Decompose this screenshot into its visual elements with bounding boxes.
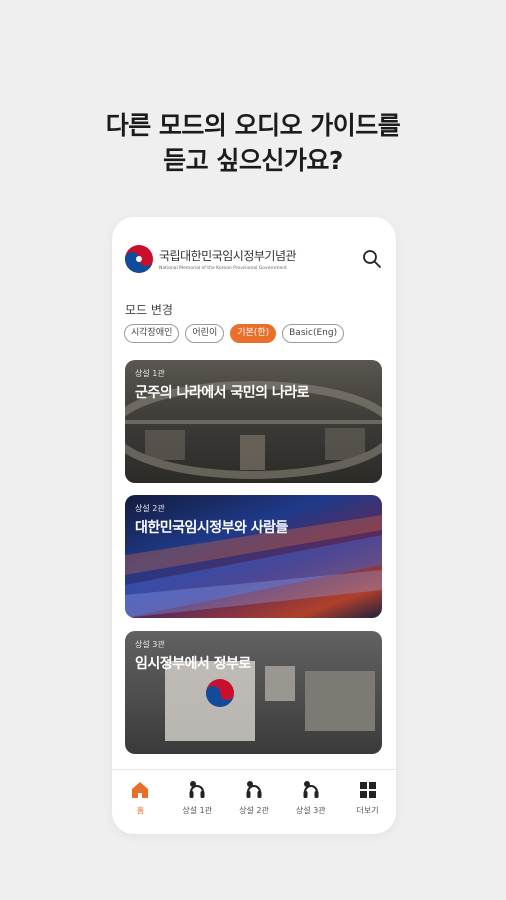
search-icon[interactable] [362, 249, 382, 269]
mode-change-label: 모드 변경 [125, 303, 173, 317]
nav-label: 더보기 [356, 806, 379, 815]
card-hall-tag: 상설 3관 [135, 640, 165, 649]
exhibit-card-hall-1[interactable]: 상설 1관 군주의 나라에서 국민의 나라로 [125, 360, 382, 483]
nav-more[interactable]: 더보기 [339, 770, 396, 834]
audio-guide-icon [189, 781, 205, 798]
home-icon [132, 782, 149, 798]
audio-guide-icon [303, 781, 319, 798]
card-title: 대한민국임시정부와 사람들 [135, 520, 288, 536]
mode-chip-visually-impaired[interactable]: 시각장애인 [124, 324, 180, 343]
nav-label: 상설 1관 [182, 806, 213, 815]
mode-chip-group: 시각장애인 어린이 기본(한) Basic(Eng) [124, 324, 345, 343]
card-title: 임시정부에서 정부로 [135, 656, 251, 672]
nav-hall-3[interactable]: 상설 3관 [282, 770, 339, 834]
taegeuk-logo-icon [125, 245, 153, 273]
nav-home[interactable]: 홈 [112, 770, 169, 834]
logo-korean: 국립대한민국임시정부기념관 [159, 249, 297, 263]
bottom-navigation: 홈 상설 1관 상설 2관 상설 3관 더보기 [112, 769, 396, 834]
audio-guide-icon [246, 781, 262, 798]
exhibit-card-hall-2[interactable]: 상설 2관 대한민국임시정부와 사람들 [125, 495, 382, 618]
phone-screen: 국립대한민국임시정부기념관 National Memorial of the K… [112, 217, 396, 834]
card-hall-tag: 상설 1관 [135, 369, 165, 378]
grid-icon [359, 782, 376, 798]
nav-label: 상설 2관 [239, 806, 269, 815]
nav-hall-2[interactable]: 상설 2관 [226, 770, 283, 834]
mode-chip-children[interactable]: 어린이 [185, 324, 225, 343]
headline-line1: 다른 모드의 오디오 가이드를 [105, 111, 401, 140]
nav-label: 상설 3관 [295, 806, 326, 815]
nav-hall-1[interactable]: 상설 1관 [169, 770, 226, 834]
nav-label: 홈 [136, 806, 145, 815]
card-hall-tag: 상설 2관 [135, 504, 165, 513]
headline-line2: 듣고 싶으신가요? [163, 146, 343, 175]
card-title: 군주의 나라에서 국민의 나라로 [135, 385, 310, 401]
logo-text: 국립대한민국임시정부기념관 National Memorial of the K… [159, 247, 297, 271]
mode-chip-basic-korean[interactable]: 기본(한) [230, 324, 277, 343]
exhibit-card-hall-3[interactable]: 상설 3관 임시정부에서 정부로 [125, 631, 382, 754]
headline: 다른 모드의 오디오 가이드를 듣고 싶으신가요? [0, 108, 506, 178]
logo-english: National Memorial of the Korean Provisio… [159, 266, 287, 271]
mode-chip-basic-english[interactable]: Basic(Eng) [282, 324, 345, 343]
app-header: 국립대한민국임시정부기념관 National Memorial of the K… [112, 217, 396, 297]
